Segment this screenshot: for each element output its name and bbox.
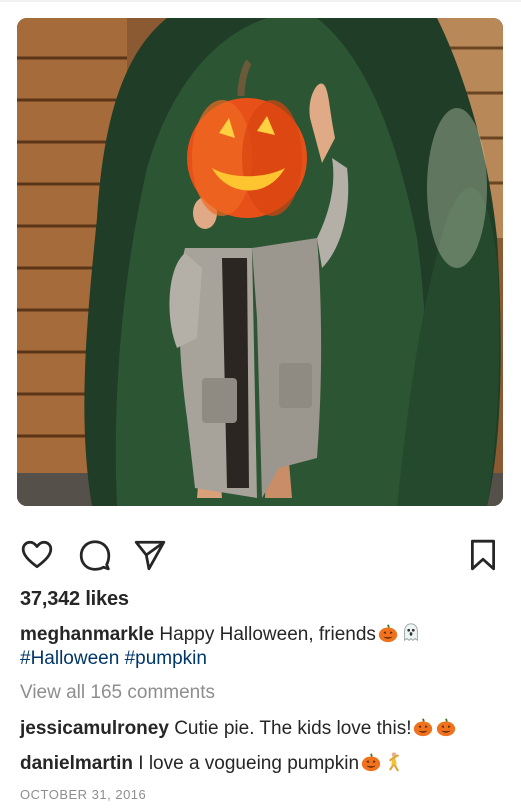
share-button[interactable] xyxy=(133,538,167,572)
bookmark-icon xyxy=(470,539,496,571)
caption-text: Happy Halloween, friends xyxy=(159,624,376,645)
paper-plane-icon xyxy=(134,540,166,571)
jack-o-lantern-icon xyxy=(377,622,399,644)
comment-text: I love a vogueing pumpkin xyxy=(138,753,360,774)
comment-item: danielmartin I love a vogueing pumpkin xyxy=(20,751,405,775)
caption: meghanmarkle Happy Halloween, friends xyxy=(20,622,422,646)
jack-o-lantern-icon xyxy=(412,716,434,738)
comment-bubble-icon xyxy=(79,540,111,571)
view-all-comments-link[interactable]: View all 165 comments xyxy=(20,682,215,704)
comment-item: jessicamulroney Cutie pie. The kids love… xyxy=(20,716,457,740)
like-button[interactable] xyxy=(20,538,54,572)
likes-count[interactable]: 37,342 likes xyxy=(20,588,129,611)
dancer-icon xyxy=(383,751,405,773)
jack-o-lantern-icon xyxy=(435,716,457,738)
post-date: OCTOBER 31, 2016 xyxy=(20,787,147,802)
caption-username[interactable]: meghanmarkle xyxy=(20,624,154,645)
photo-illustration xyxy=(17,18,503,506)
jack-o-lantern-icon xyxy=(360,751,382,773)
comment-username[interactable]: danielmartin xyxy=(20,753,133,774)
heart-icon xyxy=(21,540,53,569)
top-divider xyxy=(0,0,521,2)
comment-button[interactable] xyxy=(78,538,112,572)
save-button[interactable] xyxy=(466,538,500,572)
caption-hashtags[interactable]: #Halloween #pumpkin xyxy=(20,648,207,670)
comment-username[interactable]: jessicamulroney xyxy=(20,718,169,739)
comment-text: Cutie pie. The kids love this! xyxy=(174,718,412,739)
post-photo[interactable] xyxy=(17,18,503,506)
ghost-icon xyxy=(400,622,422,644)
post-actions-bar xyxy=(0,532,521,580)
